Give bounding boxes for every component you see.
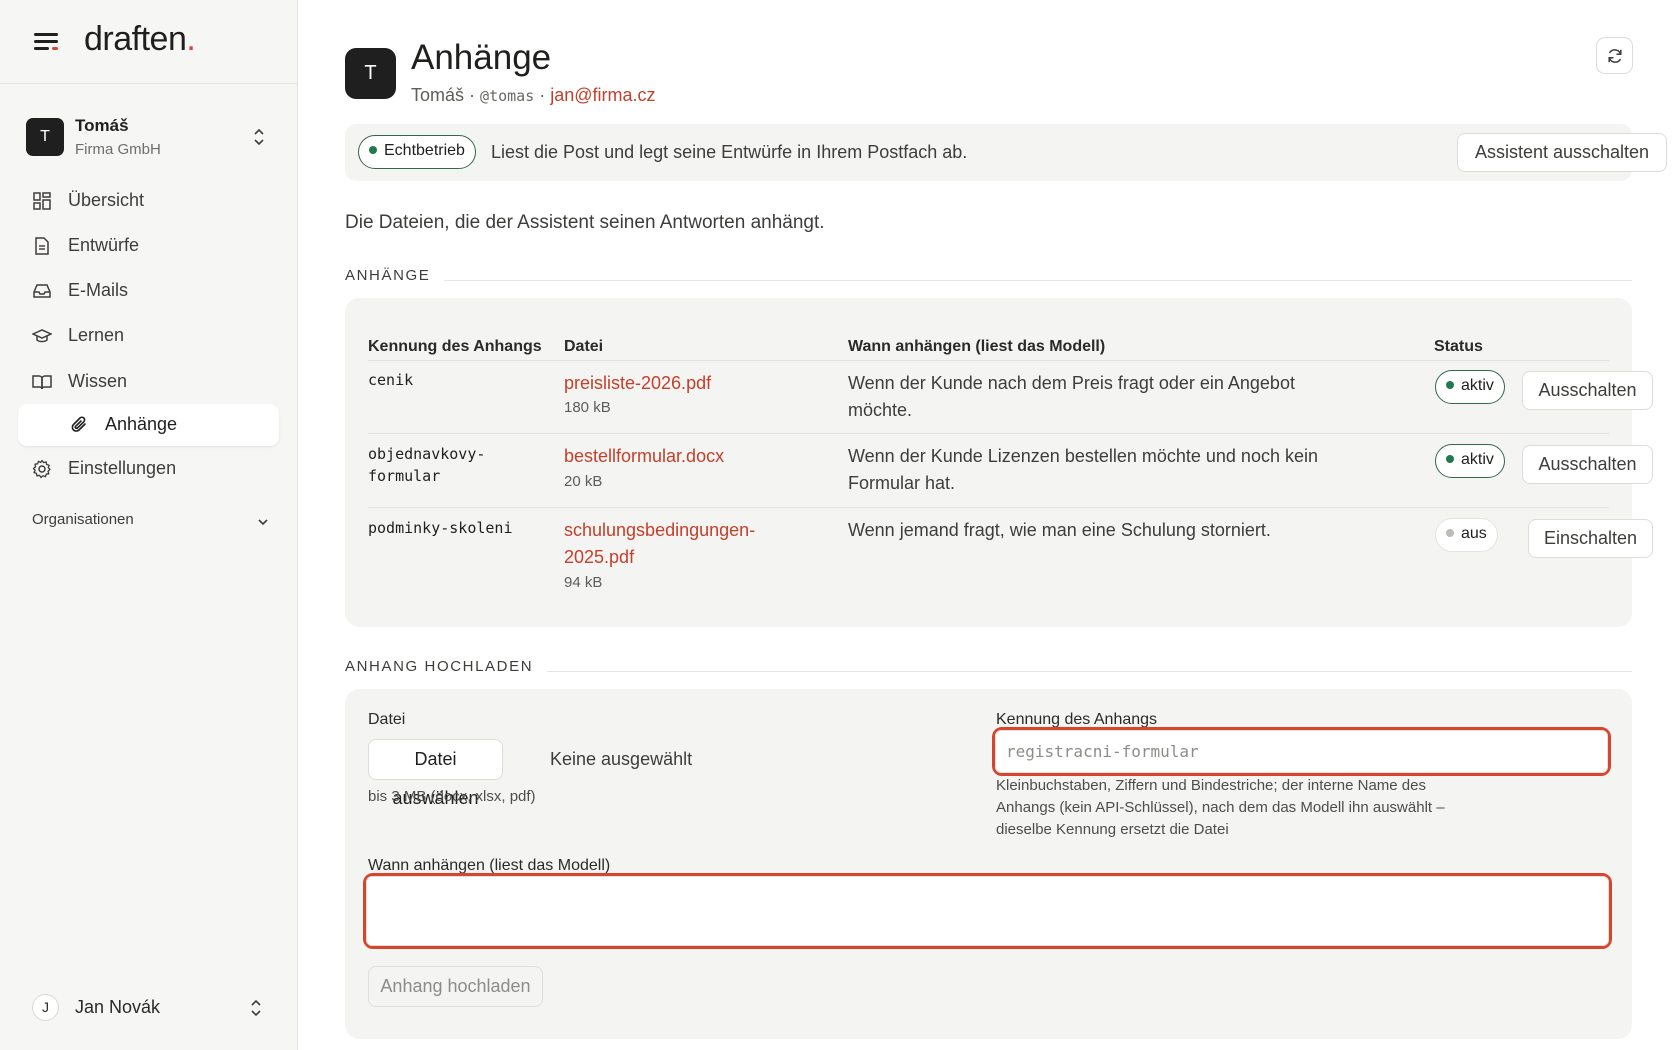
- attachment-file-link[interactable]: preisliste-2026.pdf: [564, 370, 711, 397]
- sidebar-item-label: Lernen: [68, 325, 125, 345]
- org-name: Tomáš: [75, 116, 129, 135]
- attachment-condition: Wenn der Kunde nach dem Preis fragt oder…: [848, 373, 1295, 420]
- page-avatar: T: [345, 48, 396, 99]
- org-avatar: T: [26, 118, 64, 156]
- sidebar-item-label: Übersicht: [68, 190, 145, 210]
- table-divider: [368, 360, 1609, 361]
- sidebar-item-anhaenge[interactable]: Anhänge: [18, 404, 279, 446]
- sidebar-item-lernen[interactable]: Lernen: [18, 315, 279, 357]
- status-dot: [1446, 529, 1454, 537]
- assistant-status-banner: Echtbetrieb Liest die Post und legt sein…: [345, 124, 1667, 181]
- status-dot: [1446, 381, 1454, 389]
- brand-logo[interactable]: draften.: [84, 20, 196, 59]
- chevron-down-icon: [258, 519, 268, 526]
- chevrons-up-down-icon: [254, 128, 264, 146]
- column-header-id: Kennung des Anhangs: [368, 338, 542, 355]
- sidebar-item-label: Entwürfe: [68, 235, 140, 255]
- upload-attachment-button[interactable]: Anhang hochladen: [368, 966, 543, 1007]
- page-description: Die Dateien, die der Assistent seinen An…: [345, 212, 825, 233]
- dashboard-icon: [33, 192, 51, 210]
- attachment-id-input[interactable]: [995, 730, 1608, 773]
- user-email-link[interactable]: jan@firma.cz: [550, 85, 655, 105]
- sidebar-item-label: Anhänge: [105, 414, 178, 434]
- sidebar-item-einstellungen[interactable]: Einstellungen: [18, 448, 279, 490]
- table-divider: [368, 507, 1609, 508]
- section-title-upload: ANHANG HOCHLADEN: [345, 658, 534, 675]
- book-icon: [32, 375, 52, 390]
- attachment-id-hint: Kleinbuchstaben, Ziffern und Bindestrich…: [996, 777, 1445, 838]
- status-badge: aktiv: [1435, 444, 1505, 478]
- attachment-file-link[interactable]: schulungsbedingungen- 2025.pdf: [564, 517, 755, 571]
- attachment-size: 20 kB: [564, 473, 603, 490]
- page-title: Anhänge: [411, 38, 552, 77]
- file-hint: bis 3 MB (docx, xlsx, pdf): [368, 788, 536, 805]
- chevrons-up-down-icon: [251, 999, 261, 1017]
- column-header-status: Status: [1434, 338, 1483, 355]
- brand-bar: draften.: [0, 0, 297, 84]
- column-header-file: Datei: [564, 338, 604, 355]
- user-handle: @tomas: [480, 87, 535, 105]
- attachment-id: cenik: [368, 371, 414, 389]
- attachment-id-field-wrapper: [992, 727, 1611, 776]
- status-dot: [1446, 455, 1454, 463]
- attachment-size: 94 kB: [564, 574, 603, 591]
- gear-icon: [32, 459, 51, 479]
- graduation-cap-icon: [32, 329, 52, 343]
- sidebar-item-e-mails[interactable]: E-Mails: [18, 270, 279, 312]
- attachment-condition: Wenn jemand fragt, wie man eine Schulung…: [848, 520, 1271, 540]
- disable-assistant-button[interactable]: Assistent ausschalten: [1457, 133, 1667, 172]
- subtitle-user-name: Tomáš: [411, 85, 465, 105]
- upload-form: Datei Datei auswählen Keine ausgewählt b…: [345, 689, 1632, 1039]
- file-status: Keine ausgewählt: [550, 749, 693, 769]
- refresh-button[interactable]: [1596, 37, 1633, 74]
- paperclip-icon: [71, 416, 86, 432]
- separator: ·: [539, 85, 546, 105]
- choose-file-button[interactable]: Datei auswählen: [368, 739, 503, 808]
- table-divider: [368, 433, 1609, 434]
- user-avatar: J: [32, 994, 59, 1021]
- status-badge: aktiv: [1435, 370, 1505, 404]
- user-switcher[interactable]: J Jan Novák: [32, 993, 272, 1023]
- attachments-table: Kennung des Anhangs Datei Wann anhängen …: [345, 298, 1653, 627]
- inbox-icon: [33, 284, 51, 298]
- main-content: T Anhänge Tomáš · @tomas · jan@firma.cz …: [298, 0, 1680, 1050]
- sidebar-item-label: Wissen: [68, 371, 128, 391]
- sidebar: draften. T Tomáš Firma GmbH Übersicht En…: [0, 0, 298, 1050]
- sidebar-item-entwuerfe[interactable]: Entwürfe: [18, 225, 279, 267]
- attachment-file-link[interactable]: bestellformular.docx: [564, 443, 724, 470]
- disable-attachment-button[interactable]: Ausschalten: [1522, 371, 1653, 410]
- section-title-attachments: ANHÄNGE: [345, 267, 431, 284]
- attachment-condition: Wenn der Kunde Lizenzen bestellen möchte…: [848, 446, 1318, 493]
- column-header-when: Wann anhängen (liest das Modell): [848, 338, 1106, 355]
- separator: ·: [469, 85, 476, 105]
- section-divider: [547, 671, 1632, 672]
- section-divider: [444, 280, 1632, 281]
- document-icon: [35, 237, 49, 255]
- disable-attachment-button[interactable]: Ausschalten: [1522, 445, 1653, 484]
- org-subtitle: Firma GmbH: [75, 141, 161, 158]
- attachment-condition-textarea[interactable]: [366, 876, 1609, 946]
- organisations-section-toggle[interactable]: Organisationen: [32, 511, 270, 533]
- organisations-label: Organisationen: [32, 511, 134, 528]
- attachment-id: objednavkovy-formular: [368, 445, 486, 485]
- user-name: Jan Novák: [75, 997, 161, 1017]
- organization-switcher[interactable]: T Tomáš Firma GmbH: [26, 112, 276, 164]
- enable-attachment-button[interactable]: Einschalten: [1528, 519, 1653, 558]
- attachment-id: podminky-skoleni: [368, 519, 513, 537]
- menu-icon[interactable]: [34, 32, 60, 52]
- sidebar-item-label: E-Mails: [68, 280, 129, 300]
- attachment-size: 180 kB: [564, 399, 611, 416]
- page-subtitle: Tomáš · @tomas · jan@firma.cz: [411, 85, 656, 106]
- file-label: Datei: [368, 711, 406, 728]
- sidebar-item-label: Einstellungen: [68, 458, 177, 478]
- status-dot: [369, 146, 377, 154]
- refresh-icon: [1608, 49, 1622, 63]
- status-badge: Echtbetrieb: [358, 135, 476, 169]
- status-badge: aus: [1435, 518, 1498, 552]
- banner-text: Liest die Post und legt seine Entwürfe i…: [491, 142, 968, 162]
- attachment-condition-field-wrapper: [363, 873, 1612, 949]
- sidebar-item-uebersicht[interactable]: Übersicht: [18, 180, 279, 222]
- sidebar-item-wissen[interactable]: Wissen: [18, 361, 279, 403]
